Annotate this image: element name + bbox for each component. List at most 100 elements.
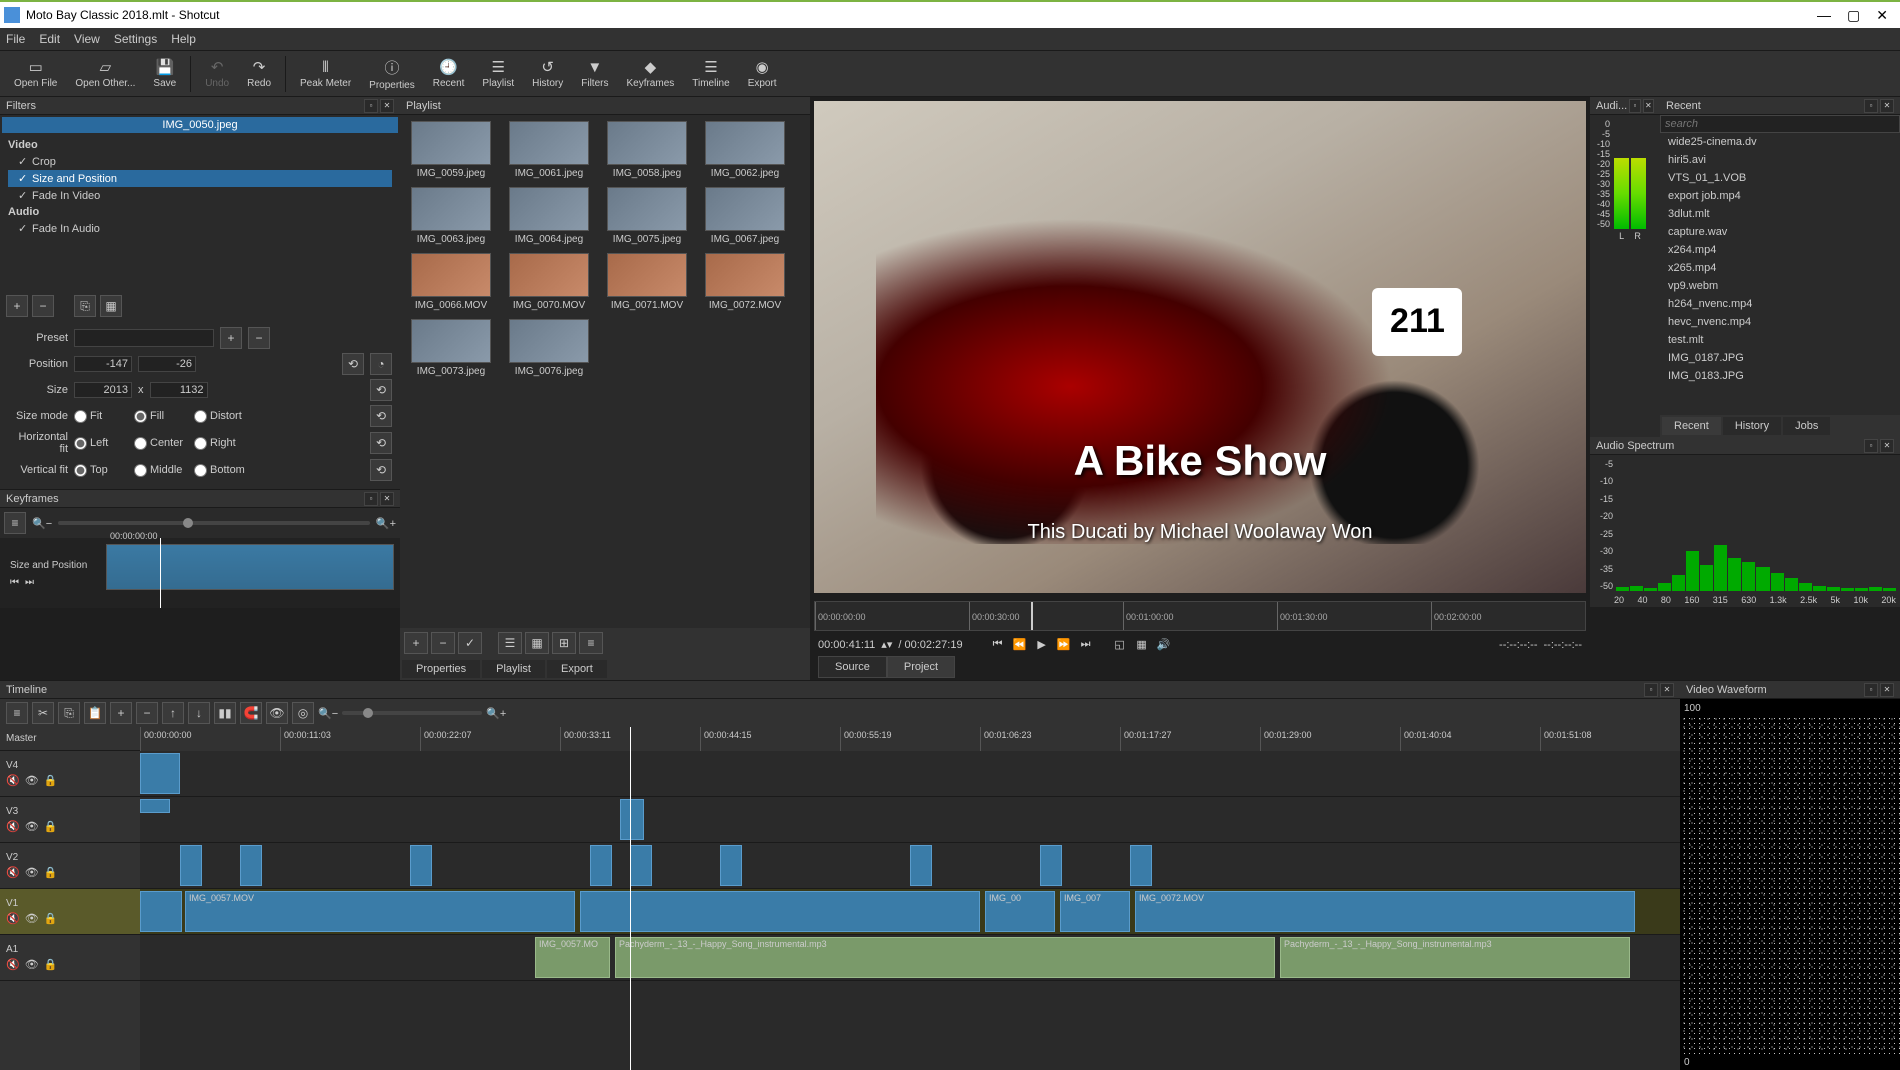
preset-remove-button[interactable]: − bbox=[248, 327, 270, 349]
position-x-input[interactable] bbox=[74, 356, 132, 372]
playlist-item[interactable]: IMG_0076.jpeg bbox=[504, 319, 594, 377]
menu-file[interactable]: File bbox=[6, 32, 25, 46]
recent-button[interactable]: 🕘Recent bbox=[425, 56, 473, 91]
position-y-input[interactable] bbox=[138, 356, 196, 372]
zoom-in-icon[interactable]: 🔍+ bbox=[486, 707, 506, 720]
hfit-left[interactable]: Left bbox=[74, 437, 128, 450]
panel-dock-button[interactable]: ▫ bbox=[364, 99, 378, 113]
playlist-item[interactable]: IMG_0059.jpeg bbox=[406, 121, 496, 179]
play-button[interactable]: ▶ bbox=[1033, 638, 1051, 651]
track-V4[interactable] bbox=[140, 751, 1680, 797]
filter-item[interactable]: ✓Fade In Audio bbox=[8, 220, 392, 237]
menu-settings[interactable]: Settings bbox=[114, 32, 157, 46]
tl-copy-button[interactable]: ⎘ bbox=[58, 702, 80, 724]
playlist-item[interactable]: IMG_0062.jpeg bbox=[700, 121, 790, 179]
playlist-item[interactable]: IMG_0061.jpeg bbox=[504, 121, 594, 179]
panel-close-button[interactable]: ✕ bbox=[380, 492, 394, 506]
playlist-item[interactable]: IMG_0066.MOV bbox=[406, 253, 496, 311]
video-preview[interactable]: 211 A Bike Show This Ducati by Michael W… bbox=[814, 101, 1586, 593]
tab-source[interactable]: Source bbox=[818, 656, 887, 678]
reset-button[interactable]: ⟲ bbox=[370, 405, 392, 427]
tab-playlist[interactable]: Playlist bbox=[482, 660, 545, 678]
tab-jobs[interactable]: Jobs bbox=[1783, 417, 1830, 435]
properties-button[interactable]: ⓘProperties bbox=[361, 55, 423, 93]
vfit-bottom[interactable]: Bottom bbox=[194, 464, 248, 477]
playlist-item[interactable]: IMG_0058.jpeg bbox=[602, 121, 692, 179]
tl-append-button[interactable]: + bbox=[110, 702, 132, 724]
undo-button[interactable]: ↶Undo bbox=[197, 56, 237, 91]
pl-list-view-button[interactable]: ☰ bbox=[498, 632, 522, 654]
add-filter-button[interactable]: + bbox=[6, 295, 28, 317]
tl-paste-button[interactable]: 📋 bbox=[84, 702, 106, 724]
skip-start-button[interactable]: ⏮ bbox=[989, 638, 1007, 651]
zoom-in-icon[interactable]: 🔍+ bbox=[376, 517, 396, 530]
kf-zoom-slider[interactable] bbox=[58, 521, 370, 525]
recent-item[interactable]: x264.mp4 bbox=[1660, 241, 1900, 259]
volume-button[interactable]: 🔊 bbox=[1155, 638, 1173, 651]
panel-dock-button[interactable]: ▫ bbox=[1629, 99, 1640, 113]
recent-item[interactable]: capture.wav bbox=[1660, 223, 1900, 241]
track-V3[interactable] bbox=[140, 797, 1680, 843]
menu-view[interactable]: View bbox=[74, 32, 100, 46]
recent-search-input[interactable] bbox=[1660, 115, 1900, 133]
tab-project[interactable]: Project bbox=[887, 656, 955, 678]
size-h-input[interactable] bbox=[150, 382, 208, 398]
history-button[interactable]: ↺History bbox=[524, 56, 571, 91]
reset-size-button[interactable]: ⟲ bbox=[370, 379, 392, 401]
timeline-playhead[interactable] bbox=[630, 727, 631, 1070]
zoom-out-icon[interactable]: 🔍− bbox=[32, 517, 52, 530]
preview-playhead[interactable] bbox=[1031, 602, 1033, 630]
track-header-V2[interactable]: V2🔇👁🔒 bbox=[0, 843, 140, 889]
pl-remove-button[interactable]: − bbox=[431, 632, 455, 654]
panel-dock-button[interactable]: ▫ bbox=[1864, 439, 1878, 453]
tl-cut-button[interactable]: ✂ bbox=[32, 702, 54, 724]
track-V1[interactable]: IMG_0057.MOVIMG_00IMG_007IMG_0072.MOV bbox=[140, 889, 1680, 935]
timeline-button[interactable]: ☰Timeline bbox=[684, 56, 737, 91]
playlist-item[interactable]: IMG_0064.jpeg bbox=[504, 187, 594, 245]
track-header-V4[interactable]: V4🔇👁🔒 bbox=[0, 751, 140, 797]
playlist-item[interactable]: IMG_0071.MOV bbox=[602, 253, 692, 311]
tl-snap-button[interactable]: 🧲 bbox=[240, 702, 262, 724]
track-header-Master[interactable]: Master bbox=[0, 727, 140, 751]
keyframes-clip[interactable]: 00:00:00:00 bbox=[106, 544, 394, 590]
zoom-button[interactable]: ◱ bbox=[1111, 638, 1129, 651]
preview-ruler[interactable]: 00:00:00:0000:00:30:0000:01:00:0000:01:3… bbox=[814, 601, 1586, 631]
paste-filter-button[interactable]: ▦ bbox=[100, 295, 122, 317]
vfit-top[interactable]: Top bbox=[74, 464, 128, 477]
minimize-button[interactable]: — bbox=[1817, 7, 1831, 24]
reset-button[interactable]: ⟲ bbox=[370, 432, 392, 454]
open-other--button[interactable]: ▱Open Other... bbox=[67, 56, 143, 91]
tab-export[interactable]: Export bbox=[547, 660, 607, 678]
time-current[interactable]: 00:00:41:11 bbox=[818, 639, 875, 651]
keyframes-track-area[interactable]: Size and Position ⏮ ⏭ 00:00:00:00 bbox=[0, 538, 400, 608]
recent-item[interactable]: IMG_0183.JPG bbox=[1660, 367, 1900, 385]
track-header-V3[interactable]: V3🔇👁🔒 bbox=[0, 797, 140, 843]
save-button[interactable]: 💾Save bbox=[145, 56, 184, 91]
recent-item[interactable]: vp9.webm bbox=[1660, 277, 1900, 295]
tab-history[interactable]: History bbox=[1723, 417, 1781, 435]
playlist-button[interactable]: ☰Playlist bbox=[474, 56, 522, 91]
skip-end-button[interactable]: ⏭ bbox=[1077, 638, 1095, 651]
sizemode-fit[interactable]: Fit bbox=[74, 410, 128, 423]
filters-button[interactable]: ▼Filters bbox=[573, 57, 616, 91]
tracks-area[interactable]: 00:00:00:0000:00:11:0300:00:22:0700:00:3… bbox=[140, 727, 1680, 1070]
panel-close-button[interactable]: ✕ bbox=[1660, 683, 1674, 697]
keyframe-position-button[interactable]: ◔ bbox=[370, 353, 392, 375]
kf-menu-button[interactable]: ≡ bbox=[4, 512, 26, 534]
kf-playhead[interactable] bbox=[160, 538, 161, 608]
playlist-item[interactable]: IMG_0063.jpeg bbox=[406, 187, 496, 245]
maximize-button[interactable]: ▢ bbox=[1847, 7, 1860, 24]
hfit-right[interactable]: Right bbox=[194, 437, 248, 450]
menu-edit[interactable]: Edit bbox=[39, 32, 60, 46]
playlist-item[interactable]: IMG_0072.MOV bbox=[700, 253, 790, 311]
panel-dock-button[interactable]: ▫ bbox=[1864, 683, 1878, 697]
filter-item[interactable]: ✓Fade In Video bbox=[8, 187, 392, 204]
tl-remove-button[interactable]: − bbox=[136, 702, 158, 724]
recent-item[interactable]: x265.mp4 bbox=[1660, 259, 1900, 277]
pl-menu-button[interactable]: ≡ bbox=[579, 632, 603, 654]
redo-button[interactable]: ↷Redo bbox=[239, 56, 279, 91]
playlist-item[interactable]: IMG_0070.MOV bbox=[504, 253, 594, 311]
recent-item[interactable]: test.mlt bbox=[1660, 331, 1900, 349]
vfit-middle[interactable]: Middle bbox=[134, 464, 188, 477]
panel-close-button[interactable]: ✕ bbox=[1880, 683, 1894, 697]
